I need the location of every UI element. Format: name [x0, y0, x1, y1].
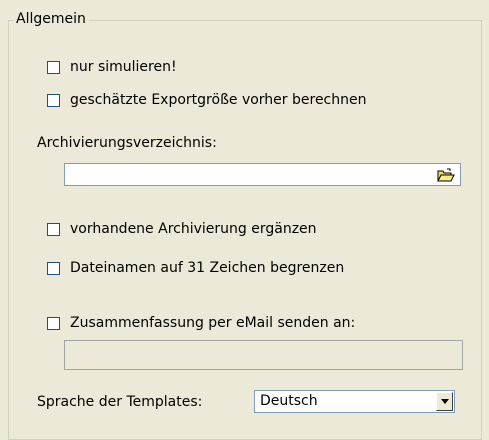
extend-archive-option[interactable]: vorhandene Archivierung ergänzen: [47, 219, 317, 239]
templates-language-label: Sprache der Templates:: [37, 394, 203, 410]
limit-filenames-checkbox[interactable]: [47, 261, 60, 275]
simulate-label: nur simulieren!: [70, 59, 177, 75]
group-legend: Allgemein: [14, 10, 89, 28]
simulate-option[interactable]: nur simulieren!: [47, 57, 177, 77]
extend-archive-label: vorhandene Archivierung ergänzen: [70, 221, 317, 237]
dropdown-button[interactable]: [436, 392, 453, 411]
archive-dir-label: Archivierungsverzeichnis:: [37, 135, 217, 151]
send-summary-checkbox[interactable]: [47, 316, 60, 330]
limit-filenames-label: Dateinamen auf 31 Zeichen begrenzen: [70, 260, 345, 276]
simulate-checkbox[interactable]: [47, 60, 60, 74]
send-summary-label: Zusammenfassung per eMail senden an:: [70, 315, 356, 331]
templates-language-value: Deutsch: [260, 393, 318, 409]
estimate-size-label: geschätzte Exportgröße vorher berechnen: [70, 92, 367, 108]
chevron-down-icon: [440, 399, 449, 404]
archive-dir-field[interactable]: [64, 163, 461, 186]
estimate-size-checkbox[interactable]: [47, 93, 60, 107]
email-field[interactable]: [64, 340, 463, 370]
extend-archive-checkbox[interactable]: [47, 222, 60, 236]
templates-language-select[interactable]: Deutsch: [254, 390, 455, 413]
limit-filenames-option[interactable]: Dateinamen auf 31 Zeichen begrenzen: [47, 258, 344, 278]
estimate-size-option[interactable]: geschätzte Exportgröße vorher berechnen: [47, 90, 367, 110]
browse-folder-button[interactable]: [435, 166, 457, 184]
send-summary-option[interactable]: Zusammenfassung per eMail senden an:: [47, 313, 355, 333]
folder-open-icon: [437, 168, 455, 181]
